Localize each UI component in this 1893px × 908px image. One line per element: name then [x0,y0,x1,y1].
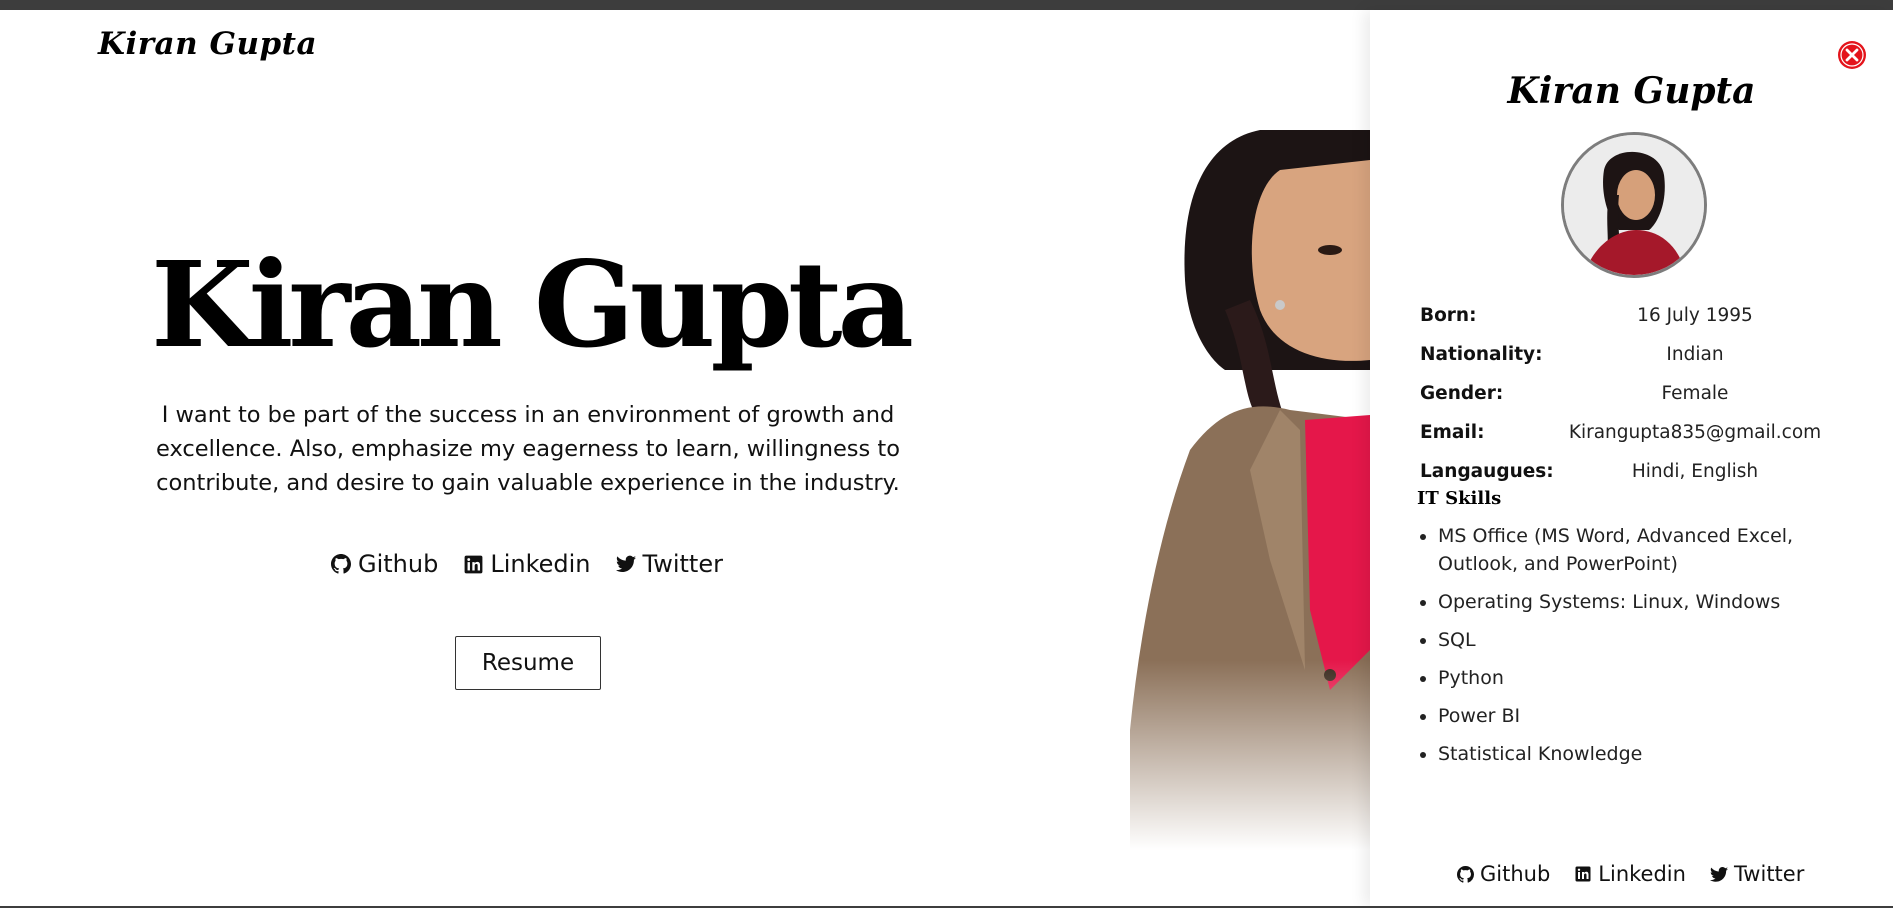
list-item: SQL [1438,626,1858,654]
resume-button[interactable]: Resume [455,636,601,690]
detail-row-languages: Langaugues: Hindi, English [1420,452,1840,491]
twitter-link[interactable]: Twitter [1709,862,1805,886]
skills-list: MS Office (MS Word, Advanced Excel, Outl… [1418,522,1858,778]
detail-value[interactable]: Kirangupta835@gmail.com [1540,422,1840,443]
list-item: Statistical Knowledge [1438,740,1858,768]
skills-heading: IT Skills [1417,488,1502,509]
photo-fade-overlay [1130,660,1370,860]
hero-tagline: I want to be part of the success in an e… [156,402,900,496]
site-logo[interactable]: Kiran Gupta [98,26,317,62]
detail-value: Indian [1666,344,1724,365]
twitter-link-label: Twitter [1733,862,1805,886]
detail-label: Nationality: [1420,344,1543,365]
detail-label: Email: [1420,422,1485,443]
close-button[interactable] [1837,40,1867,70]
detail-label: Gender: [1420,383,1504,404]
twitter-link[interactable]: Twitter [615,550,723,578]
github-link[interactable]: Github [330,550,438,578]
personal-details: Born: 16 July 1995 Nationality: Indian G… [1420,296,1840,491]
hero-title: Kiran Gupta [151,235,914,374]
detail-row-born: Born: 16 July 1995 [1420,296,1840,335]
profile-side-panel: Kiran Gupta Born: 16 July 1995 Nationali… [1370,10,1893,906]
detail-value: Female [1661,383,1729,404]
list-item: Operating Systems: Linux, Windows [1438,588,1858,616]
linkedin-link-label: Linkedin [490,550,591,578]
github-icon [330,553,352,575]
twitter-icon [1709,865,1728,883]
top-bar [0,0,1893,10]
hero-social-links: Github Linkedin Twitter [330,550,723,578]
detail-row-nationality: Nationality: Indian [1420,335,1840,374]
panel-name: Kiran Gupta [1507,70,1756,112]
detail-row-email: Email: Kirangupta835@gmail.com [1420,413,1840,452]
twitter-link-label: Twitter [642,550,723,578]
linkedin-icon [1574,865,1592,883]
linkedin-link[interactable]: Linkedin [1574,862,1686,886]
profile-photo [1130,130,1370,860]
github-link-label: Github [358,550,439,578]
list-item: MS Office (MS Word, Advanced Excel, Outl… [1438,522,1858,578]
detail-label: Born: [1420,305,1477,326]
detail-value: 16 July 1995 [1637,305,1753,326]
detail-row-gender: Gender: Female [1420,374,1840,413]
linkedin-icon [462,553,484,575]
github-link-label: Github [1480,862,1551,886]
detail-label: Langaugues: [1420,461,1554,482]
linkedin-link-label: Linkedin [1598,862,1686,886]
panel-social-links: Github Linkedin Twitter [1456,862,1804,886]
github-icon [1456,865,1474,883]
github-link[interactable]: Github [1456,862,1550,886]
twitter-icon [615,553,637,575]
avatar [1561,132,1707,278]
close-icon [1838,41,1866,69]
list-item: Python [1438,664,1858,692]
linkedin-link[interactable]: Linkedin [462,550,591,578]
detail-value: Hindi, English [1631,461,1759,482]
list-item: Power BI [1438,702,1858,730]
